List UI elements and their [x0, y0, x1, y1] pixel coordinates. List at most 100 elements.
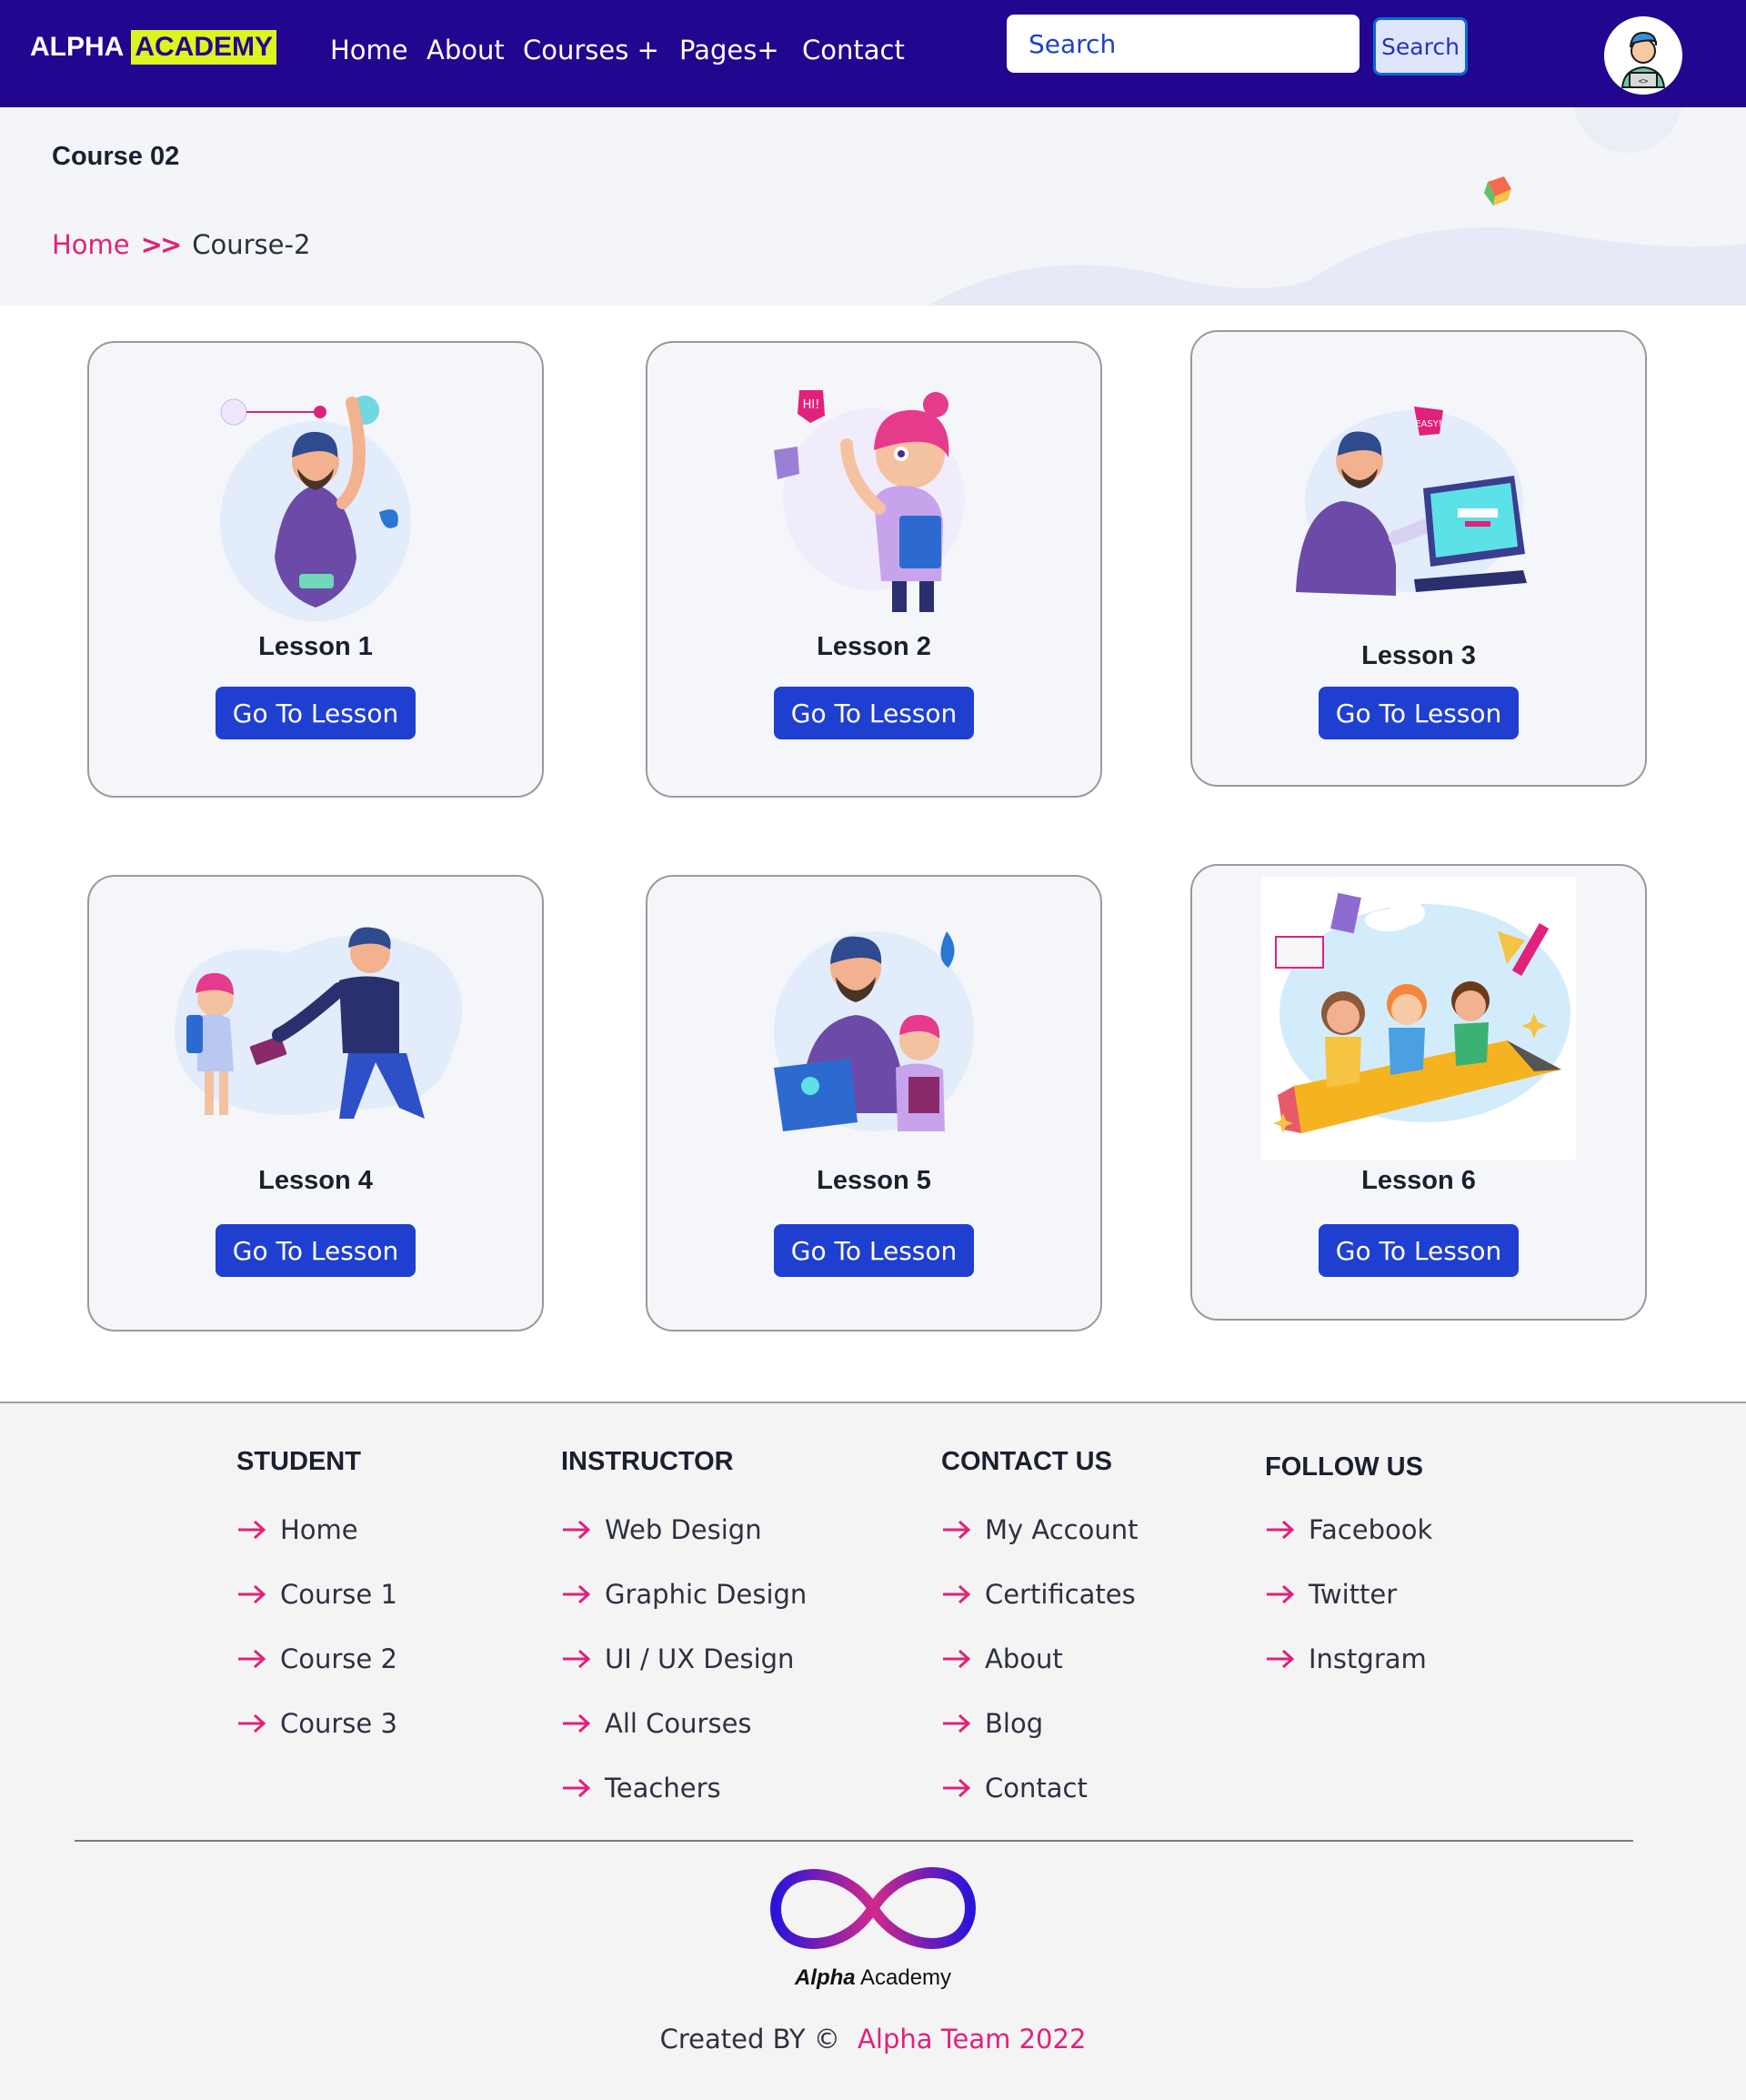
footer-link-label: All Courses [605, 1707, 752, 1739]
nav-link-home[interactable]: Home [330, 35, 408, 65]
lesson-card: EASY! Lesson 3 Go To Lesson [1190, 330, 1647, 787]
svg-text:HI!: HI! [803, 398, 820, 412]
footer-logo-text: Alpha Academy [0, 1965, 1746, 1991]
arrow-right-icon [943, 1584, 971, 1603]
lesson-title: Lesson 3 [1361, 641, 1476, 670]
footer-link[interactable]: Graphic Design [561, 1562, 807, 1626]
logo-word-academy: Academy [859, 1965, 952, 1990]
user-avatar[interactable]: <> [1604, 16, 1682, 95]
teacher-illustration [220, 396, 411, 621]
arrow-right-icon [563, 1713, 591, 1733]
footer-link-instagram[interactable]: Instgram [1265, 1626, 1432, 1691]
footer-column-follow: FOLLOW US Facebook Twitter Instgram [1265, 1452, 1432, 1691]
nav-link-about[interactable]: About [426, 35, 505, 65]
developer-avatar-icon: <> [1604, 16, 1682, 95]
footer-link[interactable]: My Account [941, 1497, 1139, 1562]
copyright-team-link[interactable]: Alpha Team 2022 [858, 2024, 1086, 2055]
go-to-lesson-button[interactable]: Go To Lesson [216, 1224, 416, 1277]
arrow-right-icon [238, 1584, 266, 1603]
teacher-and-student-illustration [774, 931, 974, 1131]
logo-word-alpha: Alpha [794, 1965, 856, 1990]
footer-link[interactable]: All Courses [561, 1691, 807, 1755]
lesson-title: Lesson 1 [258, 632, 373, 661]
footer-divider [75, 1840, 1633, 1842]
footer-link[interactable]: Course 3 [236, 1691, 397, 1755]
footer-link-label: Instgram [1309, 1643, 1427, 1674]
breadcrumb-current: Course-2 [192, 229, 311, 260]
footer-link[interactable]: Contact [941, 1755, 1139, 1820]
nav-link-pages[interactable]: Pages+ [679, 35, 779, 65]
girl-student-illustration: HI! [774, 390, 965, 612]
footer-link-label: Certificates [985, 1578, 1136, 1610]
footer-heading: STUDENT [236, 1447, 361, 1476]
lesson-card: HI! Lesson 2 Go To Lesson [646, 341, 1102, 798]
brand-logo[interactable]: ALPHA ACADEMY [30, 30, 277, 65]
hero-wave-decoration [928, 107, 1746, 306]
teacher-giving-book-illustration [175, 927, 463, 1119]
footer: STUDENT Home Course 1 Course 2 Course 3 … [0, 1402, 1746, 2100]
footer-heading: INSTRUCTOR [561, 1447, 734, 1476]
lesson-title: Lesson 4 [258, 1166, 373, 1195]
footer-link[interactable]: Home [236, 1497, 397, 1562]
footer-heading: FOLLOW US [1265, 1452, 1423, 1482]
lesson-card: Lesson 1 Go To Lesson [87, 341, 544, 798]
arrow-right-icon [238, 1713, 266, 1733]
arrow-right-icon [563, 1584, 591, 1603]
footer-link-label: UI / UX Design [605, 1643, 795, 1674]
nav-link-contact[interactable]: Contact [802, 35, 905, 65]
footer-link[interactable]: Web Design [561, 1497, 807, 1562]
search-button[interactable]: Search [1373, 17, 1468, 75]
footer-link-label: Twitter [1309, 1578, 1398, 1610]
footer-link[interactable]: Course 1 [236, 1562, 397, 1626]
svg-text:<>: <> [1639, 77, 1649, 86]
arrow-right-icon [943, 1713, 971, 1733]
footer-link-label: Home [280, 1513, 358, 1545]
go-to-lesson-button[interactable]: Go To Lesson [1319, 1224, 1519, 1277]
footer-link-label: Web Design [605, 1513, 762, 1545]
footer-link-label: Course 3 [280, 1707, 397, 1739]
arrow-right-icon [238, 1649, 266, 1668]
footer-link-label: Facebook [1309, 1513, 1433, 1545]
arrow-right-icon [563, 1649, 591, 1668]
search-input[interactable] [1007, 15, 1360, 73]
footer-link[interactable]: Teachers [561, 1755, 807, 1820]
footer-column-student: STUDENT Home Course 1 Course 2 Course 3 [236, 1447, 397, 1755]
footer-heading: CONTACT US [941, 1447, 1112, 1476]
arrow-right-icon [1267, 1649, 1295, 1668]
breadcrumb-home-link[interactable]: Home [52, 229, 130, 260]
arrow-right-icon [1267, 1520, 1295, 1539]
footer-link[interactable]: Course 2 [236, 1626, 397, 1691]
lesson-card: Lesson 4 Go To Lesson [87, 875, 544, 1331]
arrow-right-icon [563, 1778, 591, 1797]
go-to-lesson-button[interactable]: Go To Lesson [774, 1224, 974, 1277]
nav-link-courses[interactable]: Courses + [523, 35, 659, 65]
kids-on-pencil-illustration [1261, 877, 1576, 1161]
copyright-prefix: Created BY © [659, 2024, 840, 2055]
footer-link-label: Teachers [605, 1772, 721, 1804]
footer-link[interactable]: UI / UX Design [561, 1626, 807, 1691]
navbar: ALPHA ACADEMY Home About Courses + Pages… [0, 0, 1746, 107]
go-to-lesson-button[interactable]: Go To Lesson [774, 687, 974, 739]
footer-link[interactable]: Certificates [941, 1562, 1139, 1626]
footer-link-label: About [985, 1643, 1063, 1674]
arrow-right-icon [943, 1778, 971, 1797]
footer-link-twitter[interactable]: Twitter [1265, 1562, 1432, 1626]
arrow-right-icon [1267, 1584, 1295, 1603]
teacher-computer-illustration: EASY! [1296, 407, 1527, 596]
footer-link-label: My Account [985, 1513, 1139, 1545]
go-to-lesson-button[interactable]: Go To Lesson [1319, 687, 1519, 739]
footer-link-label: Contact [985, 1772, 1088, 1804]
footer-link-label: Course 2 [280, 1643, 397, 1674]
infinity-logo-icon [770, 1867, 976, 1949]
cube-decoration-icon [1484, 176, 1511, 206]
breadcrumb: Home >> Course-2 [52, 229, 310, 260]
brand-word-academy: ACADEMY [131, 30, 277, 65]
go-to-lesson-button[interactable]: Go To Lesson [216, 687, 416, 739]
footer-link[interactable]: About [941, 1626, 1139, 1691]
lesson-title: Lesson 6 [1361, 1166, 1476, 1195]
footer-column-instructor: INSTRUCTOR Web Design Graphic Design UI … [561, 1447, 807, 1820]
arrow-right-icon [943, 1649, 971, 1668]
footer-link[interactable]: Blog [941, 1691, 1139, 1755]
svg-text:EASY!: EASY! [1415, 419, 1442, 429]
footer-link-facebook[interactable]: Facebook [1265, 1497, 1432, 1562]
